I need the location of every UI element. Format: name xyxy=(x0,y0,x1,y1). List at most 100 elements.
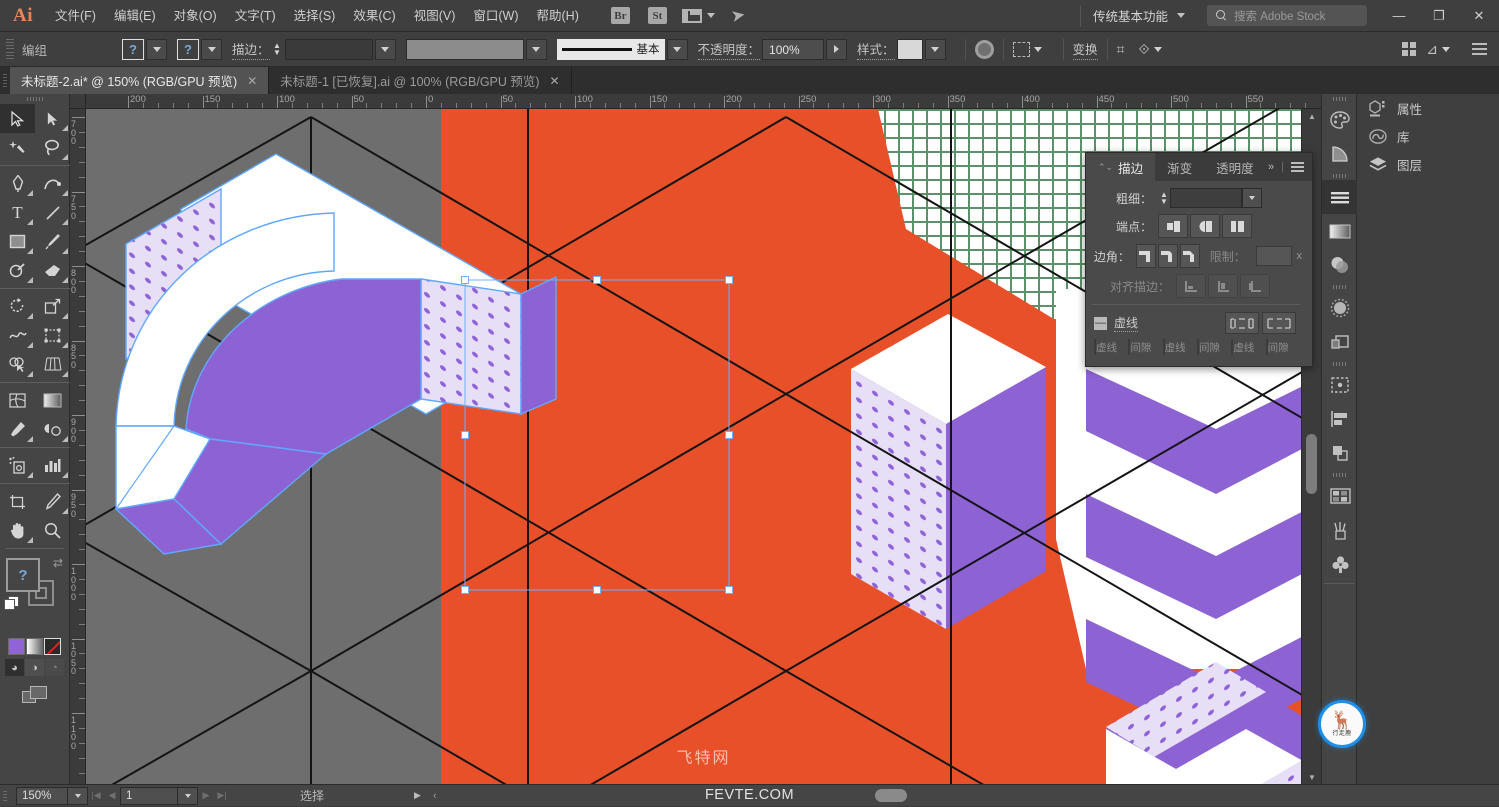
align-dropdown-icon[interactable] xyxy=(1032,39,1044,60)
transform-label[interactable]: 变换 xyxy=(1072,39,1098,60)
menu-window[interactable]: 窗口(W) xyxy=(464,0,527,32)
menu-help[interactable]: 帮助(H) xyxy=(528,0,588,32)
menu-edit[interactable]: 编辑(E) xyxy=(105,0,165,32)
horizontal-ruler[interactable]: 200 150 100 50 0 50 100 150 200 250 300 350 400 450 50… xyxy=(70,94,1321,109)
style-control[interactable]: 样式： xyxy=(857,38,946,60)
appearance-panel-icon[interactable] xyxy=(1322,291,1358,325)
menu-view[interactable]: 视图(V) xyxy=(405,0,465,32)
pathfinder-panel-icon[interactable] xyxy=(1322,436,1358,470)
tab-transparency[interactable]: 透明度 xyxy=(1204,153,1266,181)
prev-artboard-button[interactable]: ◀ xyxy=(104,785,120,807)
stroke-weight-dropdown-icon[interactable] xyxy=(374,38,396,60)
dock-gripper[interactable] xyxy=(1322,470,1356,479)
swatches-panel-icon[interactable] xyxy=(1322,479,1358,513)
menu-object[interactable]: 对象(O) xyxy=(165,0,226,32)
status-bar-gripper[interactable] xyxy=(0,785,10,807)
weight-dropdown-icon[interactable] xyxy=(1242,188,1262,208)
opacity-control[interactable]: 不透明度： 100% xyxy=(697,38,848,60)
draw-normal-mode[interactable]: ◕ xyxy=(5,659,24,676)
scroll-up-icon[interactable]: ▲ xyxy=(1302,109,1322,123)
stock-button[interactable]: St xyxy=(647,7,667,24)
rocket-icon[interactable]: ➤ xyxy=(729,4,747,26)
fill-dropdown-icon[interactable] xyxy=(146,38,167,60)
ruler-origin[interactable] xyxy=(70,94,86,109)
round-join-button[interactable] xyxy=(1157,244,1178,268)
style-dropdown-icon[interactable] xyxy=(924,38,946,60)
expand-panel-icon[interactable]: » xyxy=(1268,161,1274,173)
gradient-tool[interactable] xyxy=(35,386,70,415)
fill-control[interactable]: ? xyxy=(122,38,167,60)
status-play-icon[interactable]: ▶ xyxy=(414,790,421,801)
artboard-dropdown-icon[interactable] xyxy=(177,787,197,804)
dock-gripper[interactable] xyxy=(1322,359,1356,368)
minimize-button[interactable]: — xyxy=(1379,0,1419,32)
miter-join-button[interactable] xyxy=(1135,244,1156,268)
opacity-input[interactable]: 100% xyxy=(762,38,825,60)
tab-close-icon[interactable]: ✕ xyxy=(247,74,257,88)
first-artboard-button[interactable]: |◀ xyxy=(88,785,104,807)
transparency-panel-icon[interactable] xyxy=(1322,248,1358,282)
panel-menu-icon[interactable] xyxy=(1472,43,1487,55)
document-setup-dropdown-icon[interactable] xyxy=(1440,39,1452,60)
document-setup-control[interactable]: ⊿ xyxy=(1426,39,1452,60)
eraser-tool[interactable] xyxy=(35,256,70,285)
hand-tool[interactable] xyxy=(0,516,35,545)
draw-behind-mode[interactable]: ◑ xyxy=(25,659,44,676)
dash-field-0[interactable]: 虚线 xyxy=(1094,339,1126,355)
dock-gripper[interactable] xyxy=(1322,94,1356,103)
stroke-profile-box[interactable] xyxy=(405,38,524,60)
mesh-tool[interactable] xyxy=(0,386,35,415)
control-bar-gripper[interactable] xyxy=(6,38,14,60)
close-button[interactable]: ✕ xyxy=(1459,0,1499,32)
status-expand-icon[interactable]: ‹ xyxy=(433,790,437,802)
line-segment-tool[interactable] xyxy=(35,198,70,227)
dash-field-5[interactable]: 间隙 xyxy=(1265,339,1298,355)
swap-fill-stroke-icon[interactable]: ⇄ xyxy=(53,556,63,570)
butt-cap-button[interactable] xyxy=(1158,214,1188,238)
shaper-tool[interactable] xyxy=(0,256,35,285)
artboard-number-control[interactable]: 1 xyxy=(120,786,198,805)
tab-bar-gripper[interactable] xyxy=(0,67,10,94)
graphic-styles-panel-icon[interactable] xyxy=(1322,325,1358,359)
dash-field-3[interactable]: 间隙 xyxy=(1196,339,1229,355)
sidebar-item-layers[interactable]: 图层 xyxy=(1357,150,1499,178)
artboard-tool[interactable] xyxy=(0,487,35,516)
lasso-tool[interactable] xyxy=(35,133,70,162)
blend-tool[interactable] xyxy=(35,415,70,444)
draw-inside-mode[interactable]: ◔ xyxy=(45,659,64,676)
column-graph-tool[interactable] xyxy=(35,451,70,480)
align-outside-button[interactable] xyxy=(1240,274,1270,298)
eyedropper-tool[interactable] xyxy=(0,415,35,444)
free-transform-tool[interactable] xyxy=(35,321,70,350)
scroll-down-icon[interactable]: ▼ xyxy=(1302,770,1322,784)
paintbrush-tool[interactable] xyxy=(35,227,70,256)
symbols-panel-icon[interactable] xyxy=(1322,547,1358,581)
workspace-switcher[interactable]: 传统基本功能 xyxy=(1079,4,1197,27)
bridge-button[interactable]: Br xyxy=(610,7,630,24)
select-similar-icon[interactable]: ⟐ xyxy=(1138,41,1149,58)
arrange-documents-button[interactable] xyxy=(681,8,715,23)
opacity-arrow-icon[interactable] xyxy=(826,38,848,60)
stroke-dropdown-icon[interactable] xyxy=(201,38,222,60)
sidebar-item-libraries[interactable]: 库 xyxy=(1357,122,1499,150)
dash-field-4[interactable]: 虚线 xyxy=(1231,339,1263,355)
stroke-color-control[interactable]: ? xyxy=(177,38,222,60)
bevel-join-button[interactable] xyxy=(1179,244,1200,268)
menu-select[interactable]: 选择(S) xyxy=(285,0,345,32)
select-similar-dropdown-icon[interactable] xyxy=(1152,39,1164,60)
pen-tool[interactable] xyxy=(0,169,35,198)
dock-gripper[interactable] xyxy=(1322,171,1356,180)
color-panel-icon[interactable] xyxy=(1322,103,1358,137)
zoom-level-value[interactable]: 150% xyxy=(17,790,67,802)
panel-menu-icon[interactable] xyxy=(1291,162,1304,172)
weight-stepper[interactable]: ▲ ▼ xyxy=(1158,188,1170,208)
align-icon[interactable] xyxy=(1012,41,1030,57)
stroke-panel[interactable]: ⌃⌄ 描边 渐变 透明度 » | 粗细： ▲ ▼ 端点： 边角： 限制： x 对… xyxy=(1085,152,1313,367)
stroke-weight-input[interactable] xyxy=(284,38,373,60)
gradient-panel-icon[interactable] xyxy=(1322,214,1358,248)
zoom-tool[interactable] xyxy=(35,516,70,545)
weight-input[interactable] xyxy=(1170,188,1242,208)
tab-gradient[interactable]: 渐变 xyxy=(1155,153,1204,181)
menu-effect[interactable]: 效果(C) xyxy=(344,0,404,32)
magic-wand-tool[interactable] xyxy=(0,133,35,162)
